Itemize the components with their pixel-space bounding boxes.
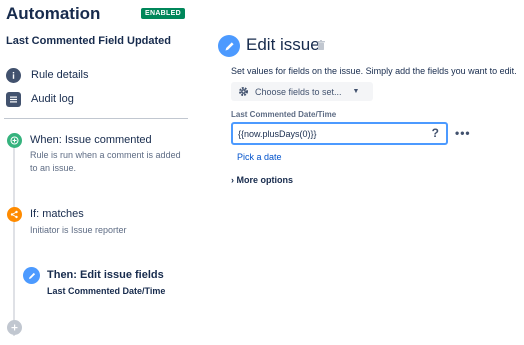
rule-name: Last Commented Field Updated [6, 35, 172, 47]
nav-audit-log[interactable]: Audit log [6, 90, 74, 108]
step-condition-title[interactable]: If: matches [30, 208, 84, 220]
step-action-title[interactable]: Then: Edit issue fields [47, 269, 164, 281]
timeline-line [13, 146, 15, 336]
choose-fields-label: Choose fields to set... [255, 86, 342, 97]
app-title: Automation [6, 4, 101, 23]
choose-fields-button[interactable]: Choose fields to set... ▼ [231, 82, 373, 101]
nav-rule-details[interactable]: Rule details [6, 66, 88, 84]
sidebar: Automation ENABLED Last Commented Field … [0, 0, 200, 345]
more-options-label: More options [236, 175, 294, 185]
panel-description: Set values for fields on the issue. Simp… [231, 66, 517, 76]
step-condition-desc: Initiator is Issue reporter [30, 225, 127, 235]
edit-pencil-icon [218, 35, 240, 57]
step-trigger-desc-line2: to an issue. [30, 163, 77, 173]
field-label: Last Commented Date/Time [231, 110, 337, 119]
pick-date-link[interactable]: Pick a date [237, 152, 282, 162]
pencil-icon[interactable] [23, 267, 40, 284]
edit-issue-panel: Edit issue Set values for fields on the … [210, 0, 524, 345]
help-icon[interactable]: ? [432, 126, 439, 140]
step-trigger-desc-line1: Rule is run when a comment is added [30, 150, 181, 160]
sidebar-divider [4, 118, 188, 119]
field-value: {{now.plusDays(0)}} [238, 128, 317, 139]
last-commented-date-input[interactable]: {{now.plusDays(0)}} ? [231, 122, 448, 145]
chevron-down-icon: ▼ [352, 88, 360, 95]
condition-branch-icon[interactable] [7, 207, 22, 222]
gear-icon [239, 87, 248, 96]
nav-rule-details-label: Rule details [31, 69, 89, 81]
add-icon[interactable] [7, 320, 22, 335]
nav-audit-log-label: Audit log [31, 93, 74, 105]
trigger-plus-icon[interactable] [7, 133, 22, 148]
chevron-right-icon: › [231, 175, 234, 185]
audit-log-icon [6, 91, 21, 107]
info-icon [6, 67, 21, 83]
step-action-desc: Last Commented Date/Time [47, 286, 166, 296]
more-actions-icon[interactable]: ••• [455, 126, 471, 140]
status-badge: ENABLED [141, 8, 185, 19]
trash-icon[interactable] [317, 40, 325, 50]
page-title: Edit issue [246, 35, 320, 54]
step-trigger-title[interactable]: When: Issue commented [30, 134, 152, 146]
more-options-toggle[interactable]: › More options [231, 175, 293, 185]
